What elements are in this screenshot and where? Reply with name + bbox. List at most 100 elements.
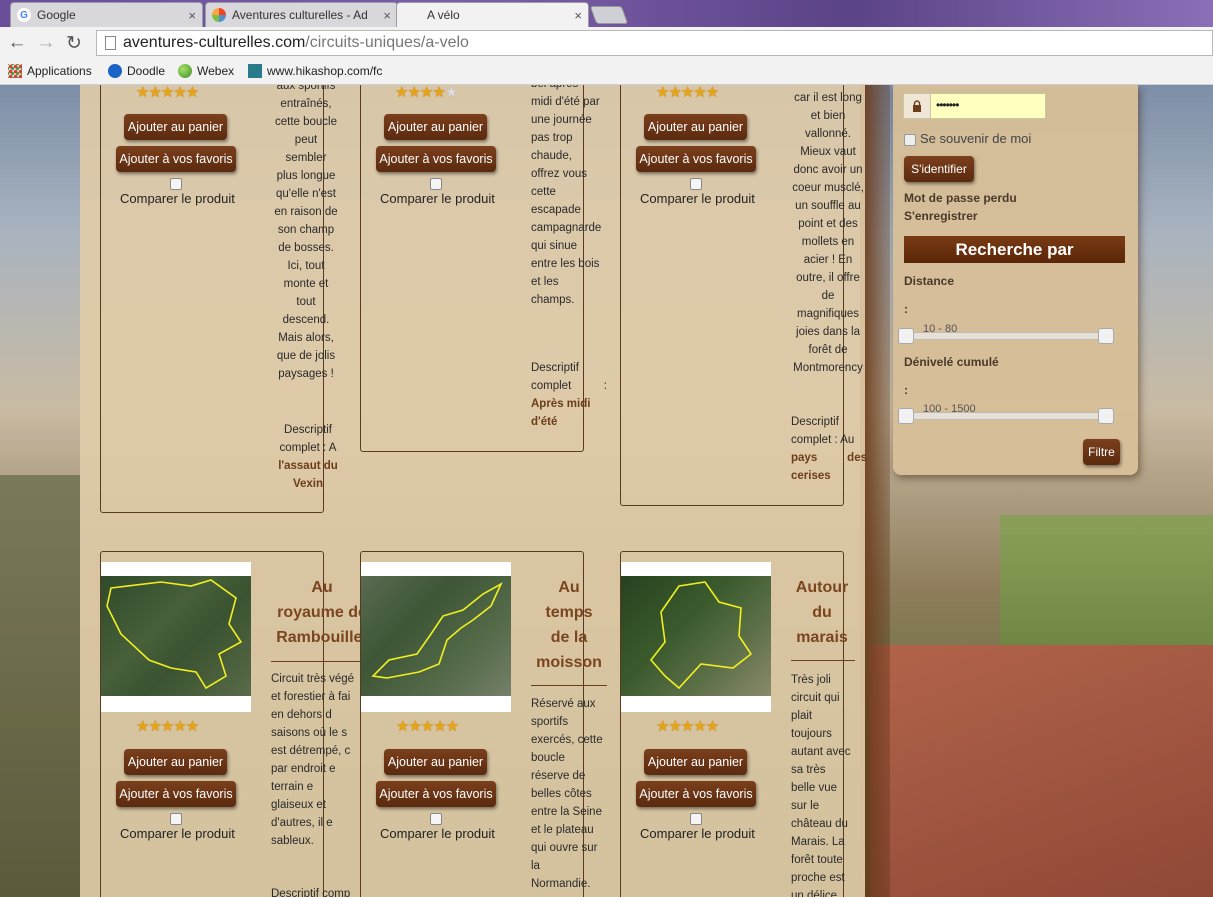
route-path bbox=[106, 579, 243, 690]
background-vegetation bbox=[0, 475, 80, 897]
more-link[interactable]: cerises bbox=[791, 470, 831, 482]
empty-star-icon: ★ bbox=[444, 85, 458, 101]
elevation-min-handle[interactable] bbox=[898, 408, 914, 424]
search-header: Recherche par bbox=[904, 236, 1125, 263]
joomla-icon bbox=[212, 8, 226, 22]
compare-checkbox[interactable] bbox=[690, 178, 702, 190]
address-bar[interactable]: aventures-culturelles.com /circuits-uniq… bbox=[96, 30, 1213, 56]
forward-icon[interactable]: → bbox=[35, 32, 57, 54]
close-tab-icon[interactable]: × bbox=[574, 8, 582, 23]
more-link[interactable]: Vexin bbox=[293, 478, 323, 490]
remember-me-checkbox[interactable] bbox=[904, 134, 916, 146]
password-field[interactable]: ••••••• bbox=[903, 93, 1046, 119]
product-title[interactable]: Au royaume de Rambouillet bbox=[274, 575, 370, 650]
close-tab-icon[interactable]: × bbox=[188, 8, 196, 23]
compare-label: Comparer le produit bbox=[640, 826, 755, 841]
rating-stars: ★★★★★ bbox=[136, 718, 199, 735]
description-line: entre la Seine bbox=[531, 806, 602, 818]
add-to-cart-button[interactable]: Ajouter au panier bbox=[124, 114, 227, 140]
elevation-colon: : bbox=[904, 383, 908, 397]
more-prefix: Descriptif bbox=[284, 424, 332, 436]
full-description-link[interactable]: Descriptif comp bbox=[271, 885, 359, 897]
distance-min-handle[interactable] bbox=[898, 328, 914, 344]
description-line: qui ouvre sur bbox=[531, 842, 598, 854]
tab-a-velo[interactable]: A vélo × bbox=[396, 2, 589, 27]
add-to-cart-button[interactable]: Ajouter au panier bbox=[384, 749, 487, 775]
route-map-image[interactable] bbox=[621, 562, 771, 712]
back-icon[interactable]: ← bbox=[6, 32, 28, 54]
bookmark-hikashop[interactable]: www.hikashop.com/fc bbox=[248, 62, 384, 80]
description-line: réserve de bbox=[531, 770, 586, 782]
elevation-slider[interactable] bbox=[906, 412, 1114, 420]
more-link[interactable]: Après midi bbox=[531, 398, 590, 410]
distance-max-handle[interactable] bbox=[1098, 328, 1114, 344]
add-to-favorites-button[interactable]: Ajouter à vos favoris bbox=[116, 146, 236, 172]
description-line: chaude, bbox=[531, 150, 572, 162]
close-tab-icon[interactable]: × bbox=[383, 8, 391, 23]
add-to-cart-button[interactable]: Ajouter au panier bbox=[124, 749, 227, 775]
add-to-favorites-button[interactable]: Ajouter à vos favoris bbox=[116, 781, 236, 807]
add-to-favorites-button[interactable]: Ajouter à vos favoris bbox=[636, 146, 756, 172]
elevation-max-handle[interactable] bbox=[1098, 408, 1114, 424]
description-line: belles côtes bbox=[531, 788, 592, 800]
product-title[interactable]: Autour du marais bbox=[792, 575, 852, 650]
full-description-link[interactable]: Descriptif complet : Après midi d'été bbox=[531, 359, 607, 431]
distance-slider[interactable] bbox=[906, 332, 1114, 340]
more-label: complet : Au bbox=[791, 434, 855, 446]
tab-title: Google bbox=[37, 8, 76, 22]
description-line: une journée bbox=[531, 114, 592, 126]
add-to-favorites-button[interactable]: Ajouter à vos favoris bbox=[376, 781, 496, 807]
full-description-link[interactable]: Descriptif complet : Au pays des cerises bbox=[791, 413, 867, 485]
bookmark-webex[interactable]: Webex bbox=[178, 62, 234, 80]
route-map-image[interactable] bbox=[101, 562, 251, 712]
filter-button[interactable]: Filtre bbox=[1083, 439, 1120, 465]
lost-password-link[interactable]: Mot de passe perdu bbox=[904, 191, 1017, 205]
compare-checkbox[interactable] bbox=[430, 178, 442, 190]
add-to-favorites-button[interactable]: Ajouter à vos favoris bbox=[636, 781, 756, 807]
tab-google[interactable]: G Google × bbox=[10, 2, 203, 27]
bookmark-label: Applications bbox=[27, 64, 92, 78]
bookmarks-bar: Applications Doodle Webex www.hikashop.c… bbox=[0, 59, 1213, 85]
add-to-cart-button[interactable]: Ajouter au panier bbox=[644, 749, 747, 775]
add-to-cart-button[interactable]: Ajouter au panier bbox=[644, 114, 747, 140]
filled-stars: ★★★★ bbox=[395, 85, 446, 101]
new-tab-button[interactable] bbox=[589, 6, 629, 24]
title-line: moisson bbox=[536, 654, 602, 671]
register-link[interactable]: S'enregistrer bbox=[904, 209, 978, 223]
google-icon: G bbox=[17, 8, 31, 22]
title-line: temps bbox=[545, 604, 593, 621]
description-line: est détrempé, c bbox=[271, 745, 351, 757]
tab-aventures-admin[interactable]: Aventures culturelles - Ad × bbox=[205, 2, 398, 27]
description-line: magnifiques bbox=[796, 308, 859, 320]
reload-icon[interactable]: ↻ bbox=[63, 32, 85, 54]
distance-range: 10 - 80 bbox=[923, 323, 958, 332]
route-map-image[interactable] bbox=[361, 562, 511, 712]
description-line: descend. bbox=[282, 314, 330, 326]
more-link[interactable]: pays des bbox=[791, 449, 867, 467]
description-line: d'autres, il e bbox=[271, 817, 333, 829]
title-line: de la bbox=[550, 629, 588, 646]
bookmark-doodle[interactable]: Doodle bbox=[108, 62, 165, 80]
add-to-favorites-button[interactable]: Ajouter à vos favoris bbox=[376, 146, 496, 172]
description-line: peut bbox=[294, 134, 318, 146]
add-to-cart-button[interactable]: Ajouter au panier bbox=[384, 114, 487, 140]
compare-checkbox[interactable] bbox=[170, 813, 182, 825]
compare-checkbox[interactable] bbox=[690, 813, 702, 825]
more-link[interactable]: l'assaut du bbox=[278, 460, 338, 472]
title-line: Autour bbox=[795, 579, 849, 596]
login-button[interactable]: S'identifier bbox=[904, 156, 974, 182]
description-line: qu'elle n'est bbox=[275, 188, 336, 200]
apps-grid-icon bbox=[8, 64, 22, 78]
more-link[interactable]: d'été bbox=[531, 416, 557, 428]
product-title[interactable]: Au temps de la moisson bbox=[532, 575, 606, 675]
description-line: Réservé aux bbox=[531, 698, 596, 710]
bookmark-applications[interactable]: Applications bbox=[8, 62, 92, 80]
compare-checkbox[interactable] bbox=[430, 813, 442, 825]
satellite-map bbox=[621, 576, 771, 696]
compare-checkbox[interactable] bbox=[170, 178, 182, 190]
description-line: terrain e bbox=[271, 781, 314, 793]
satellite-map bbox=[101, 576, 251, 696]
full-description-link[interactable]: Descriptif complet : A l'assaut du Vexin bbox=[276, 421, 340, 493]
hikashop-icon bbox=[248, 64, 262, 78]
description-line: tout bbox=[296, 296, 316, 308]
